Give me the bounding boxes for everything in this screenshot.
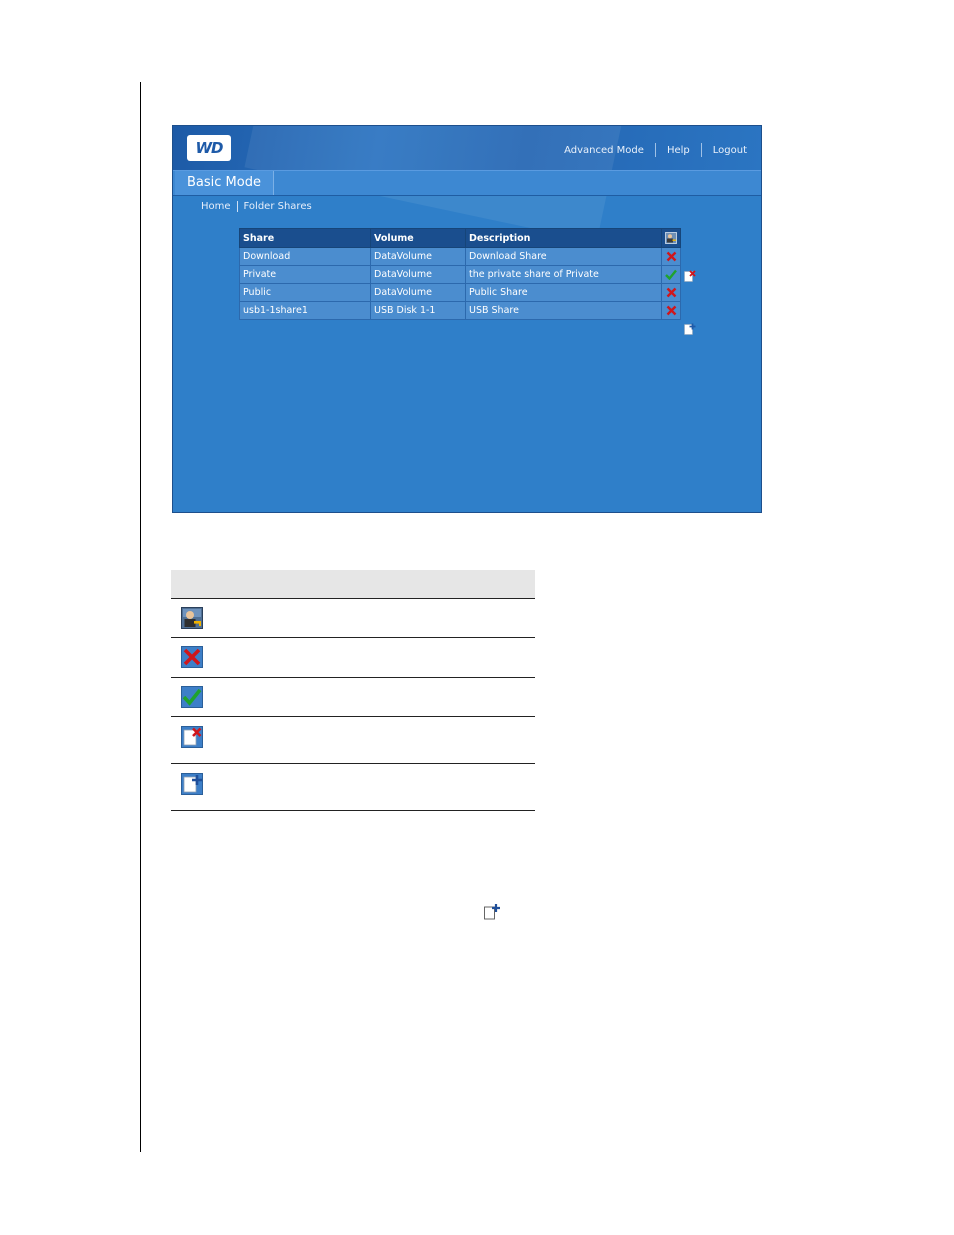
mode-bar: Basic Mode [173, 170, 761, 196]
access-cell[interactable] [661, 301, 681, 320]
x-icon[interactable] [666, 251, 677, 262]
access-cell[interactable] [661, 283, 681, 302]
share-description: Download Share [465, 247, 662, 266]
breadcrumb-home[interactable]: Home [201, 201, 231, 212]
check-icon [181, 686, 203, 708]
nav-divider [654, 143, 656, 157]
col-volume-header: Volume [370, 228, 466, 248]
share-volume: USB Disk 1-1 [370, 301, 466, 320]
table-row[interactable]: Download DataVolume Download Share [239, 247, 681, 266]
share-description: Public Share [465, 283, 662, 302]
legend-row [171, 678, 535, 717]
add-share-icon [484, 904, 500, 920]
legend-header-row [171, 570, 535, 599]
top-nav: Advanced Mode Help Logout [564, 143, 747, 157]
access-cell[interactable] [661, 247, 681, 266]
delete-share-icon [181, 726, 203, 748]
icon-legend-table [171, 570, 535, 811]
check-icon[interactable] [665, 269, 677, 280]
margin-rule [140, 82, 141, 1152]
nav-divider [700, 143, 702, 157]
share-volume: DataVolume [370, 265, 466, 284]
help-link[interactable]: Help [667, 145, 690, 156]
x-icon[interactable] [666, 287, 677, 298]
wd-logo-text: WD [195, 139, 224, 157]
breadcrumb-divider [236, 201, 238, 212]
user-key-icon [665, 232, 677, 244]
add-share-icon[interactable] [684, 323, 696, 335]
access-cell[interactable] [661, 265, 681, 284]
share-name: Download [239, 247, 371, 266]
share-description: the private share of Private [465, 265, 662, 284]
share-name: usb1-1share1 [239, 301, 371, 320]
add-share-icon [181, 773, 203, 795]
wd-logo: WD [187, 135, 231, 161]
app-header: WD Advanced Mode Help Logout [173, 126, 761, 170]
logout-link[interactable]: Logout [713, 145, 747, 156]
col-share-header: Share [239, 228, 371, 248]
x-icon [181, 646, 203, 668]
table-header-row: Share Volume Description [239, 228, 681, 248]
delete-share-icon[interactable] [684, 270, 696, 282]
legend-row [171, 638, 535, 678]
col-access-header [661, 228, 681, 248]
user-key-icon [181, 607, 203, 629]
breadcrumb-folder-shares: Folder Shares [243, 201, 312, 212]
legend-row [171, 764, 535, 811]
x-icon[interactable] [666, 305, 677, 316]
share-volume: DataVolume [370, 283, 466, 302]
legend-row [171, 717, 535, 764]
share-name: Private [239, 265, 371, 284]
app-screenshot: WD Advanced Mode Help Logout Basic Mode … [172, 125, 762, 513]
advanced-mode-link[interactable]: Advanced Mode [564, 145, 644, 156]
share-description: USB Share [465, 301, 662, 320]
shares-table: Share Volume Description Download DataVo… [239, 228, 681, 320]
breadcrumb: Home Folder Shares [201, 201, 312, 212]
table-row[interactable]: usb1-1share1 USB Disk 1-1 USB Share [239, 301, 681, 320]
table-row[interactable]: Public DataVolume Public Share [239, 283, 681, 302]
legend-row [171, 599, 535, 638]
col-description-header: Description [465, 228, 662, 248]
table-row[interactable]: Private DataVolume the private share of … [239, 265, 681, 284]
share-volume: DataVolume [370, 247, 466, 266]
share-name: Public [239, 283, 371, 302]
tab-basic-mode[interactable]: Basic Mode [175, 171, 274, 195]
